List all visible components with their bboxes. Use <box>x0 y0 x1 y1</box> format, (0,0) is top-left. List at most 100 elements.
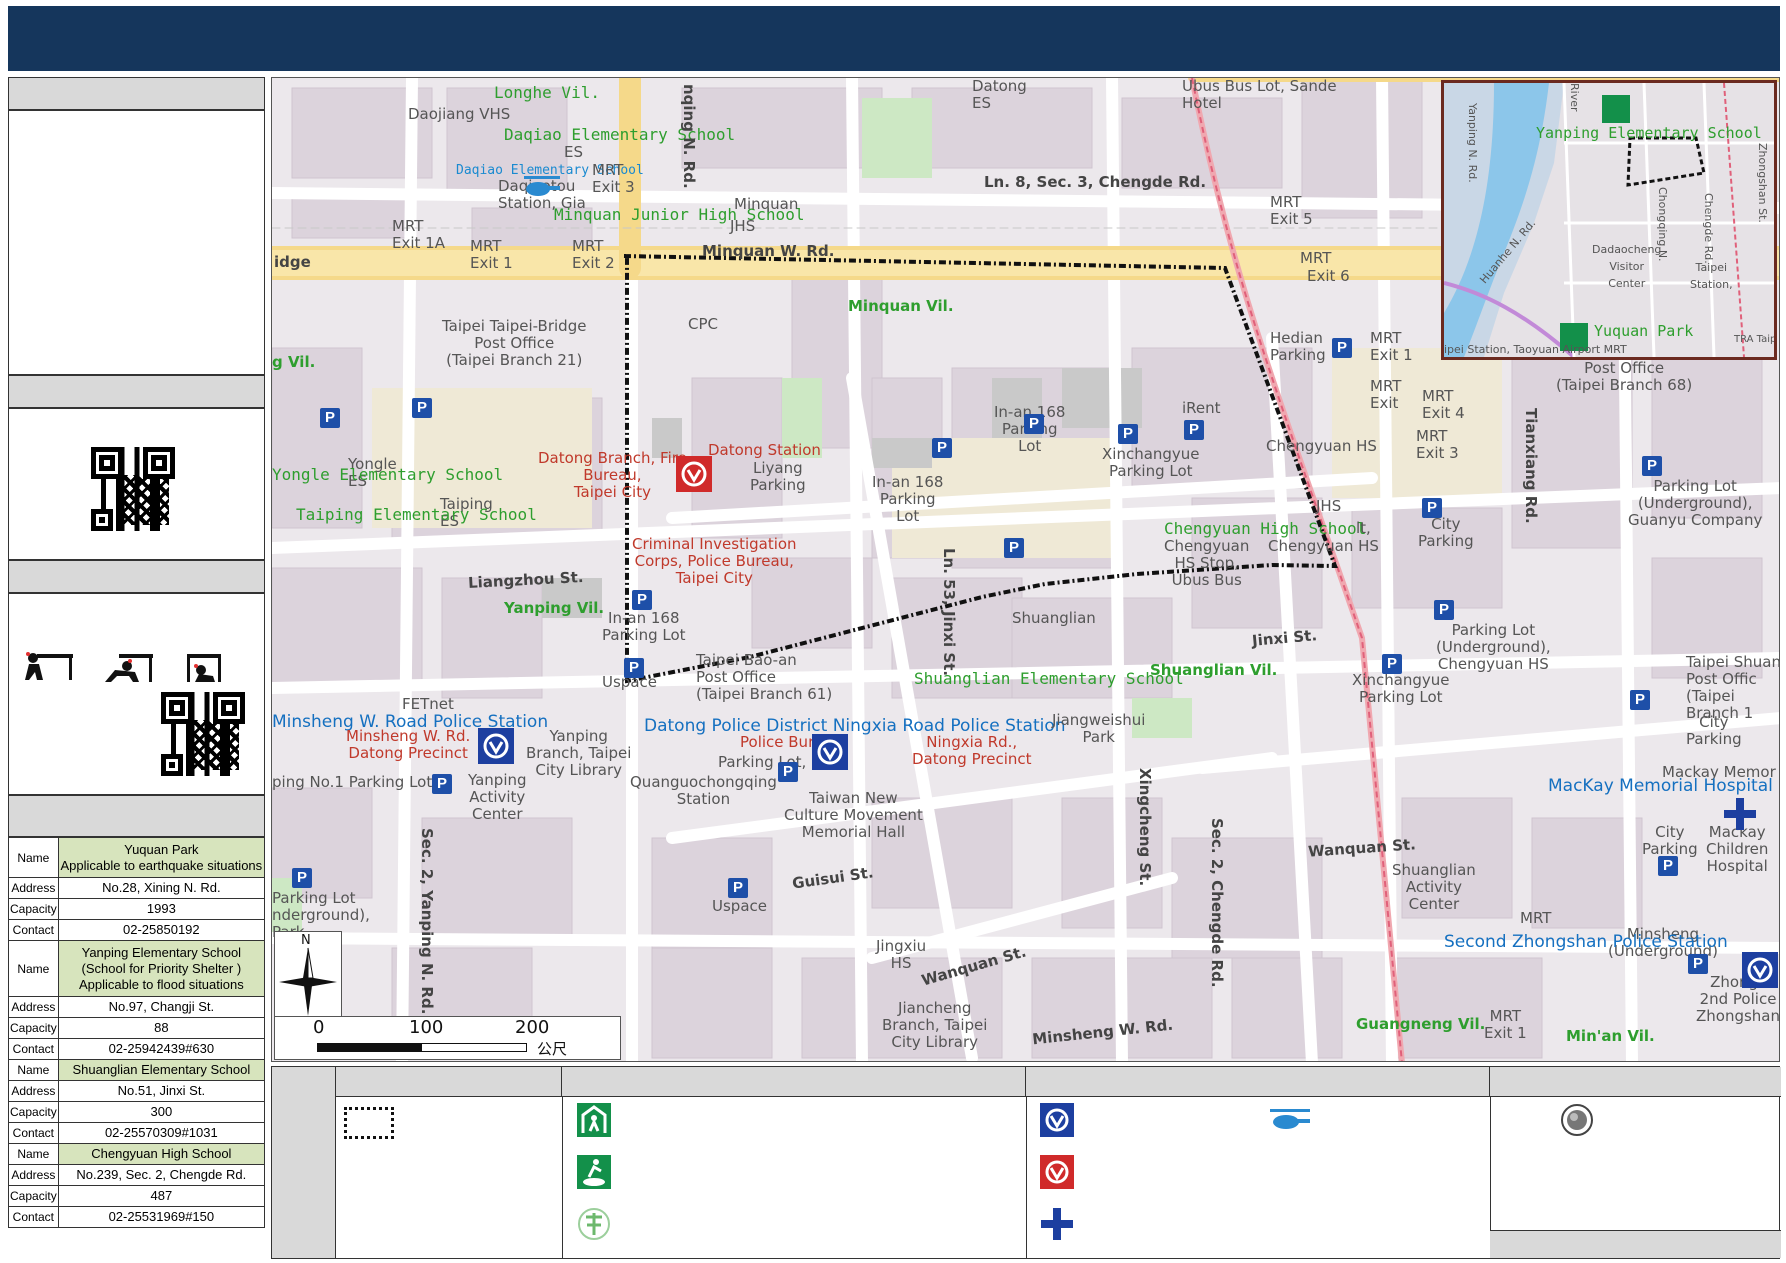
parking-icon[interactable]: P <box>1630 690 1650 710</box>
panel-header-1 <box>8 77 265 110</box>
shelter-address: No.51, Jinxi St. <box>57 1080 266 1102</box>
parking-icon[interactable]: P <box>320 408 340 428</box>
map-label: Post Office (Taipei Branch 68) <box>1556 359 1693 394</box>
map-label: Xinchangyue Parking Lot <box>1102 445 1200 480</box>
label-contact: Contact <box>8 1206 59 1228</box>
parking-icon[interactable]: P <box>1658 856 1678 876</box>
label-capacity: Capacity <box>8 898 59 920</box>
label-capacity: Capacity <box>8 1101 59 1123</box>
parking-icon[interactable]: P <box>1332 338 1352 358</box>
panel-box-drill <box>8 593 265 795</box>
crawl-table-icon <box>105 654 153 682</box>
fire-station-icon[interactable] <box>676 456 712 492</box>
shelter-address: No.97, Changji St. <box>57 996 266 1018</box>
map-label: Liyang Parking <box>750 459 806 494</box>
parking-icon[interactable]: P <box>1184 420 1204 440</box>
map-label: Minquan <box>734 195 799 213</box>
map-label: Jiangweishui Park <box>1052 711 1146 746</box>
parking-icon[interactable]: P <box>1434 600 1454 620</box>
parking-icon[interactable]: P <box>1024 414 1044 434</box>
map-label: Chengyuan HS <box>1268 537 1379 555</box>
label-capacity: Capacity <box>8 1185 59 1207</box>
street-label: Tianxiang Rd. <box>1522 408 1540 524</box>
parking-icon[interactable]: P <box>1422 498 1442 518</box>
street-label: Sec. 2, Chengde Rd. <box>1208 818 1226 988</box>
qr-code-icon[interactable] <box>91 447 175 531</box>
map-label: In-an 168 Parking Lot <box>602 609 686 644</box>
map-label: MRT Exit 3 <box>592 161 635 196</box>
map-label: MRT Exit 2 <box>572 237 615 272</box>
street-label: Xingcheng St. <box>1136 768 1154 887</box>
shelter-contact: 02-25531969#150 <box>57 1206 266 1228</box>
map-label: Second Zhongshan Police Station <box>1444 932 1728 952</box>
map-label: lt, <box>1356 519 1371 537</box>
legend-footer <box>1490 1230 1781 1258</box>
legend-panel <box>271 1066 1781 1259</box>
map-label: Xinchangyue Parking Lot <box>1352 671 1450 706</box>
map-label: Chengyuan High School <box>1164 519 1367 538</box>
map-label: Datong Branch, Fire Bureau, Taipei City <box>538 449 687 501</box>
fire-station-icon <box>1040 1155 1074 1189</box>
police-station-icon[interactable] <box>478 728 514 764</box>
village-label: Shuanglian Vil. <box>1150 661 1278 679</box>
reserve-shelter-icon <box>578 1208 610 1240</box>
inset-label: TRA Taipei <box>1734 334 1777 345</box>
shelter-capacity: 300 <box>57 1101 266 1123</box>
parking-icon[interactable]: P <box>292 868 312 888</box>
parking-icon[interactable]: P <box>1382 654 1402 674</box>
parking-icon[interactable]: P <box>432 774 452 794</box>
inset-label: Dadaocheng Visitor Center <box>1592 243 1662 290</box>
label-address: Address <box>8 1164 59 1186</box>
shelter-address: No.239, Sec. 2, Chengde Rd. <box>57 1164 266 1186</box>
police-station-icon[interactable] <box>812 734 848 770</box>
legend-header <box>1490 1067 1781 1097</box>
map-label: MRT <box>1300 249 1332 267</box>
helicopter-icon[interactable] <box>522 174 562 200</box>
map-label: Jiancheng Branch, Taipei City Library <box>882 999 988 1051</box>
scale-tick: 100 <box>409 1017 444 1038</box>
map-label: iRent <box>1182 399 1221 417</box>
map-label: City Parking <box>1642 823 1698 858</box>
evacuation-route-symbol <box>344 1107 394 1139</box>
inset-label: ipei Station, Taoyuan Airport MRT <box>1444 343 1627 356</box>
map-label: Exit 6 <box>1307 267 1350 285</box>
hospital-icon[interactable] <box>1722 796 1758 832</box>
parking-icon[interactable]: P <box>728 878 748 898</box>
map-label: Longhe Vil. <box>494 83 600 102</box>
panel-header-2 <box>8 375 265 408</box>
scale-bar-graphic <box>317 1043 527 1052</box>
indoor-shelter-icon <box>577 1103 611 1137</box>
inset-map[interactable]: Yanping Elementary School Dadaocheng Vis… <box>1441 80 1777 360</box>
qr-code-icon[interactable] <box>161 692 245 776</box>
map-label: Parking Lot (Underground), Guanyu Compan… <box>1628 477 1763 529</box>
police-station-icon[interactable] <box>1742 952 1778 988</box>
shelter-contact: 02-25570309#1031 <box>57 1122 266 1144</box>
parking-icon[interactable]: P <box>1642 456 1662 476</box>
parking-icon[interactable]: P <box>624 658 644 678</box>
map-label: JHS <box>730 217 756 235</box>
map-label: MRT Exit 3 <box>1416 427 1459 462</box>
parking-icon[interactable]: P <box>1004 538 1024 558</box>
scale-bar: 0 100 200 公尺 <box>274 1016 621 1060</box>
map-label: Jingxiu HS <box>876 937 927 972</box>
label-name: Name <box>8 1143 59 1165</box>
parking-icon[interactable]: P <box>1688 954 1708 974</box>
map-label: City Parking <box>1686 713 1742 748</box>
shelter-capacity: 88 <box>57 1017 266 1039</box>
parking-icon[interactable]: P <box>1118 424 1138 444</box>
street-label: Ln. 8, Sec. 3, Chengde Rd. <box>984 173 1207 191</box>
map-canvas[interactable]: Longhe Vil. Daojiang VHS Daqiao Elementa… <box>271 77 1780 1062</box>
map-label: Shuanglian Elementary School <box>914 669 1184 688</box>
parking-icon[interactable]: P <box>932 438 952 458</box>
map-label: Parking Lot (Underground), Chengyuan HS <box>1436 621 1551 673</box>
map-label: Daojiang VHS <box>408 105 511 123</box>
label-capacity: Capacity <box>8 1017 59 1039</box>
scale-tick: 0 <box>313 1017 325 1038</box>
parking-icon[interactable]: P <box>778 762 798 782</box>
village-label: Minquan Vil. <box>848 297 954 315</box>
village-label: Yanping Vil. <box>504 599 605 617</box>
parking-icon[interactable]: P <box>632 590 652 610</box>
parking-icon[interactable]: P <box>412 398 432 418</box>
map-label: Chengyuan HS <box>1266 437 1377 455</box>
map-label: Shuanglian <box>1012 609 1096 627</box>
